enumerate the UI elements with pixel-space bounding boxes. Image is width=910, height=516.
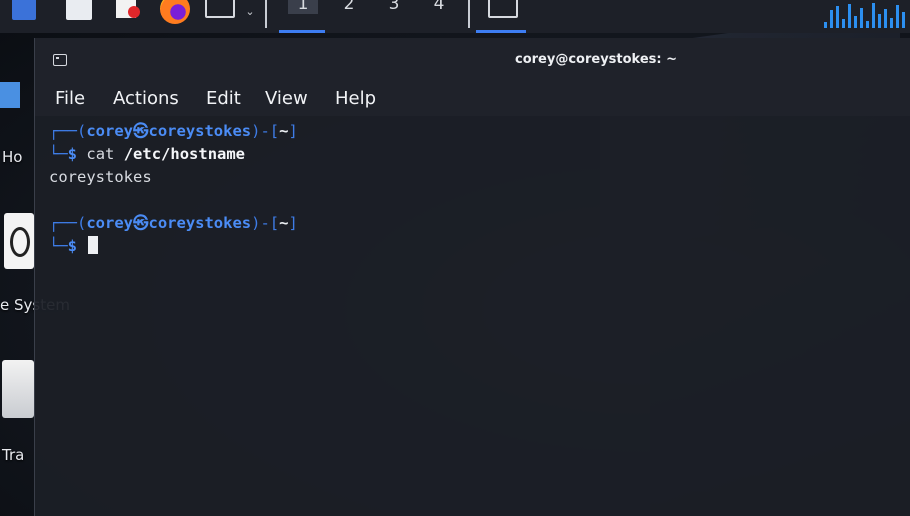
desktop-label-trash[interactable]: Tra (2, 446, 24, 464)
prompt-line: ┌──(corey㉿coreystokes)-[~] (49, 120, 899, 143)
window-titlebar[interactable]: corey@coreystokes: ~ (35, 38, 910, 80)
terminal-icon[interactable] (53, 54, 67, 66)
desktop-label-home[interactable]: Ho (2, 148, 22, 166)
menubar: File Actions Edit View Help (35, 80, 910, 116)
text-cursor[interactable] (88, 236, 99, 254)
prompt-frame: )-[ (251, 122, 280, 140)
prompt-dollar: $ (67, 237, 78, 255)
input-line[interactable]: └─$ (49, 235, 899, 258)
workspace-1[interactable]: 1 (288, 0, 318, 14)
command-line: └─$ cat /etc/hostname (49, 143, 899, 166)
command-text: cat (86, 145, 115, 163)
home-folder-icon[interactable] (0, 82, 20, 108)
window-title: corey@coreystokes: ~ (515, 52, 678, 67)
firefox-icon[interactable] (160, 0, 190, 24)
prompt-frame: ┌──( (49, 122, 87, 140)
menu-view[interactable]: View (265, 88, 308, 109)
prompt-frame: └─ (49, 237, 68, 255)
menu-edit[interactable]: Edit (206, 88, 241, 109)
file-manager-icon[interactable] (66, 0, 92, 20)
taskbar-separator (468, 0, 470, 28)
active-workspace-indicator (279, 30, 325, 33)
terminal-icon[interactable] (205, 0, 235, 18)
menu-actions[interactable]: Actions (113, 88, 179, 109)
prompt-frame: ] (288, 122, 298, 140)
chevron-down-icon[interactable]: ⌄ (243, 0, 257, 24)
taskbar-separator (265, 0, 267, 28)
command-argument: /etc/hostname (123, 145, 246, 163)
text-editor-icon[interactable] (114, 0, 142, 20)
red-dot (128, 6, 140, 18)
prompt-user-host: corey㉿coreystokes (86, 214, 252, 232)
terminal-output[interactable]: ┌──(corey㉿coreystokes)-[~] └─$ cat /etc/… (49, 120, 899, 510)
active-window-indicator (476, 30, 526, 33)
workspace-4[interactable]: 4 (424, 0, 454, 14)
prompt-frame: └─ (49, 145, 68, 163)
terminal-window[interactable]: corey@coreystokes: ~ File Actions Edit V… (34, 38, 910, 516)
taskbar: ⌄ 1 2 3 4 (0, 0, 910, 33)
menu-file[interactable]: File (55, 88, 85, 109)
prompt-frame: ] (288, 214, 298, 232)
prompt-user-host: corey㉿coreystokes (86, 122, 252, 140)
prompt-dollar: $ (67, 145, 78, 163)
filesystem-icon[interactable] (4, 213, 34, 269)
workspace-3[interactable]: 3 (379, 0, 409, 14)
trash-icon[interactable] (2, 360, 34, 418)
terminal-window-icon[interactable] (488, 0, 518, 18)
prompt-frame: )-[ (251, 214, 280, 232)
menu-help[interactable]: Help (335, 88, 376, 109)
workspace-2[interactable]: 2 (334, 0, 364, 14)
prompt-frame: ┌──( (49, 214, 87, 232)
output-line: coreystokes (49, 168, 152, 186)
app-menu-icon[interactable] (12, 0, 36, 20)
cpu-graph-widget[interactable] (820, 0, 910, 28)
prompt-line: ┌──(corey㉿coreystokes)-[~] (49, 212, 899, 235)
